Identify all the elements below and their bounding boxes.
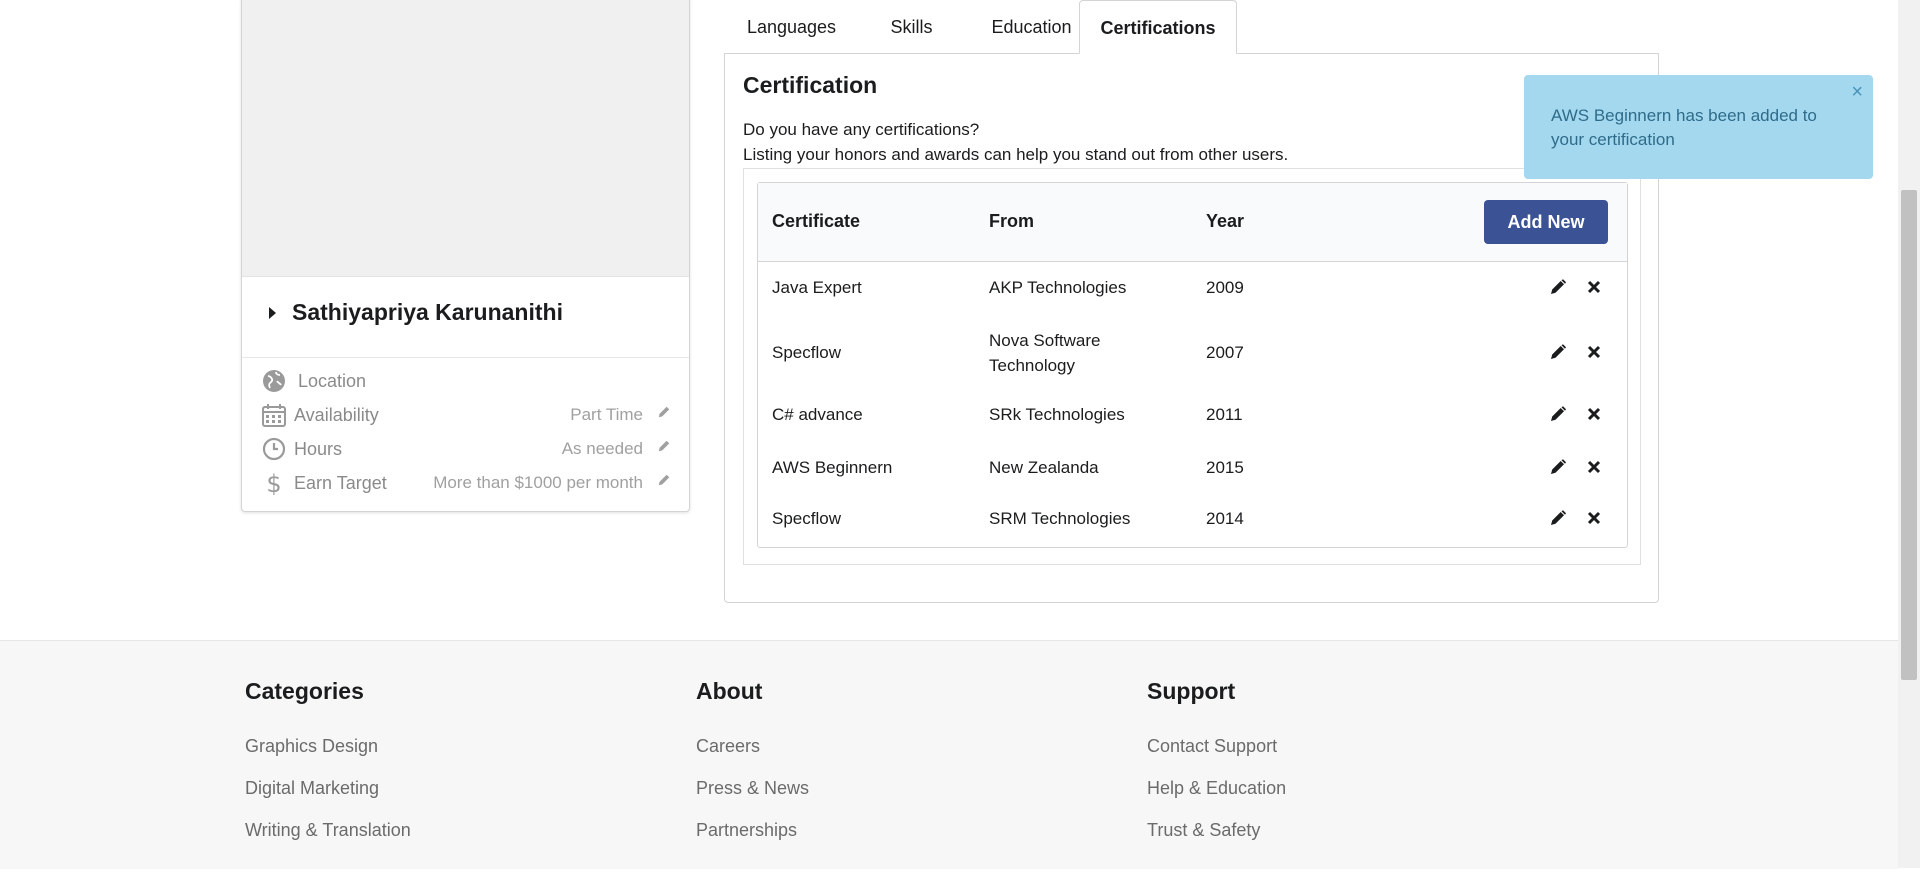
certification-panel: Certification Do you have any certificat…	[724, 53, 1659, 603]
availability-value: Part Time	[570, 405, 643, 424]
footer-link[interactable]: Trust & Safety	[1147, 820, 1260, 841]
cell-year: 2009	[1206, 278, 1244, 297]
column-header-year: Year	[1206, 211, 1245, 231]
edit-pencil-icon[interactable]	[1550, 510, 1566, 526]
earn-target-label: Earn Target	[294, 473, 387, 493]
footer-link[interactable]: Press & News	[696, 778, 809, 799]
cell-from: AKP Technologies	[989, 278, 1127, 297]
table-row: Specflow Nova Software Technology 2007	[758, 315, 1627, 393]
cell-certificate: Java Expert	[772, 278, 862, 297]
calendar-icon	[262, 404, 286, 427]
tab-certifications[interactable]: Certifications	[1079, 0, 1237, 54]
table-row: AWS Beginnern New Zealanda 2015	[758, 446, 1627, 499]
footer-link[interactable]: Careers	[696, 736, 760, 757]
globe-icon	[263, 370, 285, 392]
profile-hours-row: Hours As needed	[242, 435, 689, 465]
site-footer: Categories Graphics Design Digital Marke…	[0, 640, 1898, 869]
cell-certificate: Specflow	[772, 343, 841, 362]
cell-from: SRk Technologies	[989, 405, 1125, 424]
column-header-certificate: Certificate	[772, 211, 861, 231]
hours-label: Hours	[294, 439, 343, 459]
add-new-button[interactable]: Add New	[1484, 200, 1608, 244]
tab-languages[interactable]: Languages	[724, 0, 859, 54]
table-row: Java Expert AKP Technologies 2009	[758, 262, 1627, 315]
cell-from: New Zealanda	[989, 458, 1099, 477]
success-toast: × AWS Beginnern has been added to your c…	[1524, 75, 1873, 179]
cell-year: 2011	[1206, 405, 1243, 424]
cell-certificate: Specflow	[772, 509, 841, 528]
edit-pencil-icon[interactable]	[1550, 459, 1566, 475]
caret-right-icon[interactable]	[269, 307, 276, 319]
column-header-from: From	[989, 211, 1034, 231]
footer-link[interactable]: Graphics Design	[245, 736, 378, 757]
toast-close-icon[interactable]: ×	[1851, 81, 1863, 104]
cell-year: 2007	[1206, 343, 1244, 362]
profile-location-row: Location	[242, 367, 689, 397]
location-label: Location	[298, 371, 367, 391]
table-row: Specflow SRM Technologies 2014	[758, 499, 1627, 547]
profile-earn-target-row: $ Earn Target More than $1000 per month	[242, 469, 689, 499]
certification-description: Listing your honors and awards can help …	[743, 145, 1289, 164]
footer-link[interactable]: Partnerships	[696, 820, 797, 841]
vertical-scrollbar[interactable]	[1898, 0, 1920, 868]
footer-heading: Categories	[245, 678, 364, 704]
edit-pencil-icon[interactable]	[1550, 406, 1566, 422]
toast-message: AWS Beginnern has been added to your cer…	[1551, 106, 1817, 149]
svg-text:$: $	[266, 471, 281, 495]
availability-label: Availability	[294, 405, 379, 425]
delete-x-icon[interactable]	[1586, 510, 1602, 526]
cell-certificate: C# advance	[772, 405, 863, 424]
edit-hours-icon[interactable]	[657, 439, 671, 453]
table-row: C# advance SRk Technologies 2011	[758, 393, 1627, 446]
scrollbar-thumb[interactable]	[1901, 190, 1917, 680]
profile-availability-row: Availability Part Time	[242, 401, 689, 431]
edit-earn-target-icon[interactable]	[657, 473, 671, 487]
footer-link[interactable]: Digital Marketing	[245, 778, 379, 799]
certification-title: Certification	[743, 72, 878, 98]
footer-link[interactable]: Contact Support	[1147, 736, 1277, 757]
certification-table-wrapper: Certificate From Year Add New Java Exper…	[743, 168, 1641, 565]
cell-year: 2015	[1206, 458, 1244, 477]
clock-icon	[262, 437, 286, 461]
footer-link[interactable]: Writing & Translation	[245, 820, 411, 841]
delete-x-icon[interactable]	[1586, 344, 1602, 360]
footer-heading: Support	[1147, 678, 1236, 704]
cell-from: SRM Technologies	[989, 509, 1131, 528]
cell-certificate: AWS Beginnern	[772, 458, 893, 477]
delete-x-icon[interactable]	[1586, 279, 1602, 295]
profile-name-row[interactable]: Sathiyapriya Karunanithi	[242, 277, 689, 358]
profile-tabs: Languages Skills Education Certification…	[724, 0, 1658, 54]
profile-card: Sathiyapriya Karunanithi Location Availa…	[241, 0, 690, 512]
delete-x-icon[interactable]	[1586, 459, 1602, 475]
cell-year: 2014	[1206, 509, 1244, 528]
edit-pencil-icon[interactable]	[1550, 344, 1566, 360]
certification-table: Certificate From Year Add New Java Exper…	[757, 182, 1628, 548]
tab-skills[interactable]: Skills	[859, 0, 964, 54]
edit-availability-icon[interactable]	[657, 405, 671, 419]
earn-target-value: More than $1000 per month	[433, 473, 643, 492]
table-header: Certificate From Year Add New	[758, 183, 1627, 262]
dollar-icon: $	[266, 471, 281, 495]
hours-value: As needed	[561, 439, 643, 458]
cell-from: Nova Software Technology	[989, 331, 1101, 375]
footer-heading: About	[696, 678, 763, 704]
footer-link[interactable]: Help & Education	[1147, 778, 1286, 799]
certification-question: Do you have any certifications?	[743, 120, 980, 139]
edit-pencil-icon[interactable]	[1550, 279, 1566, 295]
profile-name: Sathiyapriya Karunanithi	[292, 299, 563, 325]
profile-photo	[242, 0, 689, 277]
delete-x-icon[interactable]	[1586, 406, 1602, 422]
